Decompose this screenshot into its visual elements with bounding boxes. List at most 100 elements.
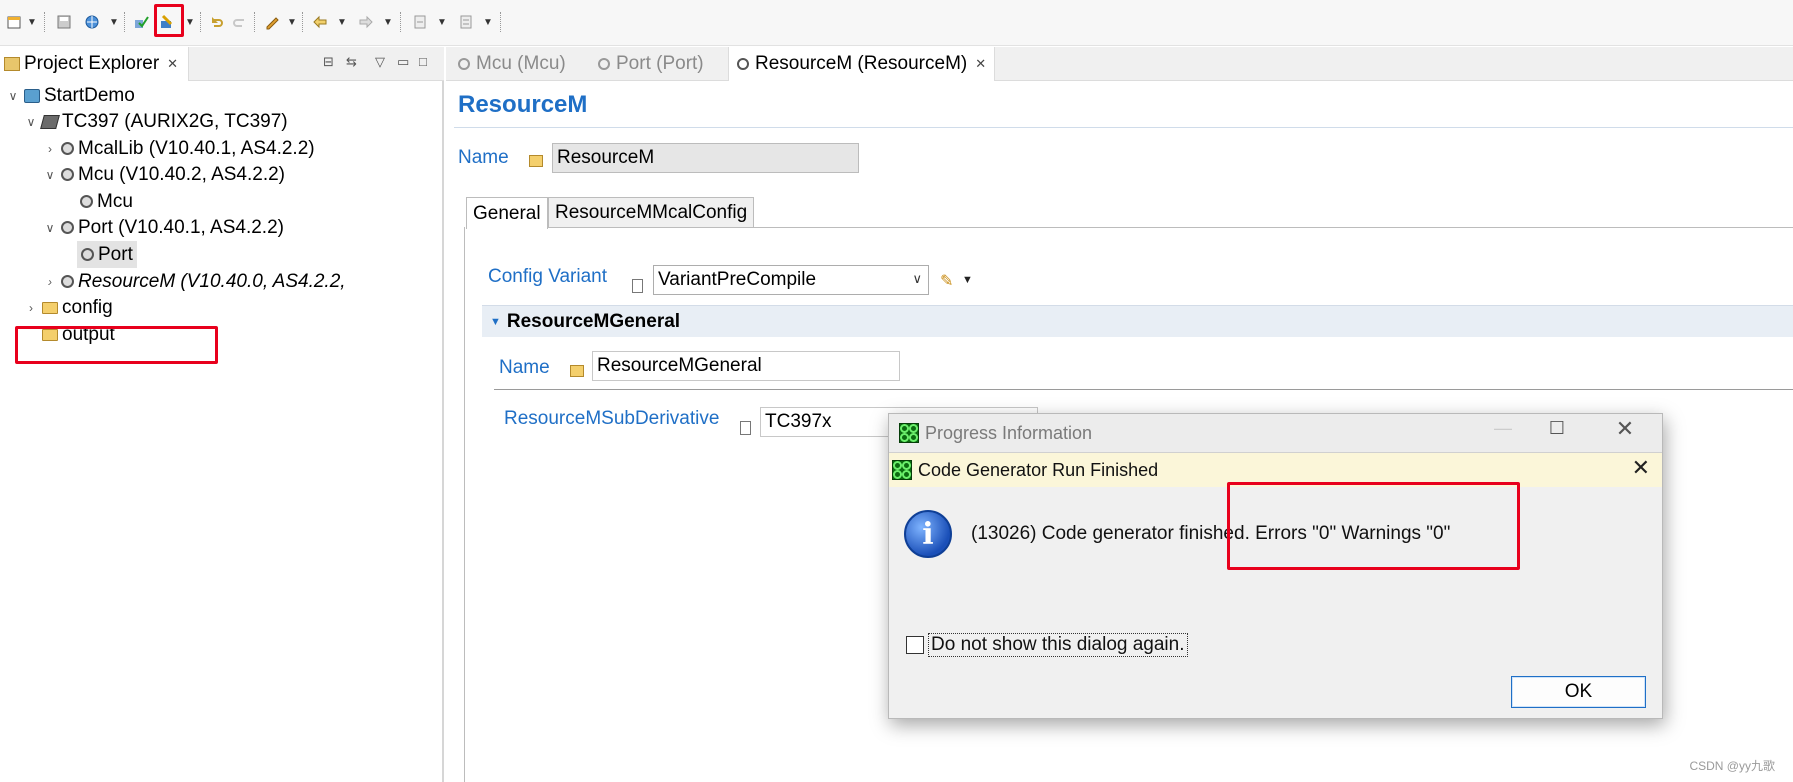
minimize-icon[interactable]: ▭ bbox=[397, 54, 409, 70]
tab-general[interactable]: General bbox=[466, 197, 548, 229]
globe-dropdown-icon[interactable]: ▼ bbox=[108, 13, 120, 31]
close-icon[interactable]: ✕ bbox=[975, 56, 986, 72]
progress-dialog-title: Progress Information bbox=[925, 422, 1093, 443]
folder-icon bbox=[570, 365, 584, 377]
tab-divider bbox=[548, 227, 1793, 228]
tab-label: ResourceM (ResourceM) bbox=[755, 53, 968, 74]
toolbar-separator bbox=[200, 12, 201, 32]
chevron-right-icon[interactable]: › bbox=[24, 301, 38, 315]
ok-button[interactable]: OK bbox=[1511, 676, 1646, 708]
maximize-icon[interactable]: ☐ bbox=[1537, 418, 1577, 439]
new-icon[interactable] bbox=[4, 12, 24, 32]
module-icon bbox=[598, 58, 610, 70]
page-title: ResourceM bbox=[458, 91, 588, 118]
view-menu-icon[interactable]: ▽ bbox=[375, 54, 385, 70]
close-icon[interactable]: ✕ bbox=[1605, 416, 1645, 442]
module-config-icon bbox=[80, 195, 93, 208]
globe-icon[interactable] bbox=[82, 12, 102, 32]
code-generator-message-dialog: Code Generator Run Finished ✕ i (13026) … bbox=[889, 452, 1662, 718]
tree-item-resourcem[interactable]: › ResourceM (V10.40.0, AS4.2.2, bbox=[43, 268, 346, 295]
back-dropdown-icon[interactable]: ▼ bbox=[336, 13, 348, 31]
watermark: CSDN @yy九歌 bbox=[1689, 759, 1775, 773]
main-toolbar: ▼ ▼ ▼ ▼ ▼ ▼ ▼ ▼ bbox=[0, 0, 1793, 46]
chevron-right-icon[interactable]: › bbox=[43, 142, 57, 156]
section-resourcemgeneral[interactable]: ▼ ResourceMGeneral bbox=[482, 305, 1793, 337]
edit-dropdown-icon[interactable]: ▼ bbox=[286, 13, 298, 31]
app-logo-icon bbox=[899, 423, 919, 443]
tree-item-label: StartDemo bbox=[44, 84, 135, 106]
toolbar-separator bbox=[254, 12, 255, 32]
document-icon bbox=[740, 421, 751, 435]
chip-icon bbox=[40, 114, 60, 129]
section-name-field[interactable]: ResourceMGeneral bbox=[592, 351, 900, 381]
result-highlight-box bbox=[1227, 482, 1520, 570]
title-divider bbox=[454, 127, 1793, 128]
tab-mcu[interactable]: Mcu (Mcu) bbox=[450, 47, 574, 81]
module-icon bbox=[61, 275, 74, 288]
pencil-dropdown-icon[interactable]: ▼ bbox=[962, 274, 973, 286]
link-with-editor-icon[interactable]: ⇆ bbox=[346, 54, 357, 70]
minimize-icon[interactable]: — bbox=[1483, 418, 1523, 439]
checkbox-label[interactable]: Do not show this dialog again. bbox=[928, 633, 1188, 657]
module-icon bbox=[737, 58, 749, 70]
maximize-icon[interactable]: □ bbox=[419, 54, 427, 69]
chevron-down-icon: ∨ bbox=[912, 271, 922, 286]
subderivative-label: ResourceMSubDerivative bbox=[504, 408, 720, 429]
section-divider bbox=[494, 389, 1793, 390]
new-dropdown-icon[interactable]: ▼ bbox=[26, 13, 38, 31]
do-not-show-checkbox-row[interactable]: Do not show this dialog again. bbox=[906, 633, 1188, 657]
import-dropdown-icon[interactable]: ▼ bbox=[436, 13, 448, 31]
close-icon[interactable]: ✕ bbox=[1632, 455, 1650, 481]
redo-icon[interactable] bbox=[230, 12, 250, 32]
import-icon[interactable] bbox=[410, 12, 430, 32]
app-logo-icon bbox=[892, 460, 912, 480]
tree-item-mcallib[interactable]: › McalLib (V10.40.1, AS4.2.2) bbox=[43, 135, 315, 162]
module-icon bbox=[61, 142, 74, 155]
chevron-down-icon[interactable]: ∨ bbox=[43, 168, 57, 182]
tree-item-mcu-config[interactable]: Mcu bbox=[80, 188, 133, 215]
pencil-icon[interactable]: ✎ bbox=[940, 271, 953, 291]
back-icon[interactable] bbox=[310, 12, 330, 32]
tree-item-label: Mcu bbox=[97, 190, 133, 212]
tab-label: Mcu (Mcu) bbox=[476, 53, 566, 74]
tree-item-mcu-module[interactable]: ∨ Mcu (V10.40.2, AS4.2.2) bbox=[43, 161, 285, 188]
module-config-icon bbox=[81, 248, 94, 261]
document-icon bbox=[632, 279, 643, 293]
undo-icon[interactable] bbox=[206, 12, 226, 32]
output-highlight-box bbox=[15, 326, 218, 364]
message-dialog-title: Code Generator Run Finished bbox=[918, 459, 1159, 480]
tree-item-label: Port (V10.40.1, AS4.2.2) bbox=[78, 216, 284, 238]
section-collapse-icon[interactable]: ▼ bbox=[490, 316, 501, 328]
tab-port[interactable]: Port (Port) bbox=[590, 47, 712, 81]
forward-icon[interactable] bbox=[356, 12, 376, 32]
toolbar-separator bbox=[124, 12, 125, 32]
chevron-down-icon[interactable]: ∨ bbox=[6, 89, 20, 103]
chevron-down-icon[interactable]: ∨ bbox=[43, 221, 57, 235]
export-dropdown-icon[interactable]: ▼ bbox=[482, 13, 494, 31]
project-explorer-tab[interactable]: Project Explorer ✕ bbox=[0, 47, 190, 81]
tree-item-port-config[interactable]: Port bbox=[77, 241, 137, 268]
do-not-show-checkbox[interactable] bbox=[906, 636, 924, 654]
export-icon[interactable] bbox=[456, 12, 476, 32]
save-icon[interactable] bbox=[54, 12, 74, 32]
generate-dropdown-icon[interactable]: ▼ bbox=[184, 13, 196, 31]
chevron-down-icon[interactable]: ∨ bbox=[24, 115, 38, 129]
validate-icon[interactable] bbox=[132, 12, 152, 32]
folder-icon bbox=[529, 155, 543, 167]
tree-item-startdemo[interactable]: ∨ StartDemo bbox=[6, 82, 135, 109]
config-variant-select[interactable]: VariantPreCompile ∨ bbox=[653, 265, 929, 295]
name-field[interactable]: ResourceM bbox=[552, 143, 859, 173]
panel-border bbox=[464, 227, 465, 782]
tree-item-port-module[interactable]: ∨ Port (V10.40.1, AS4.2.2) bbox=[43, 214, 284, 241]
forward-dropdown-icon[interactable]: ▼ bbox=[382, 13, 394, 31]
tree-item-tc397[interactable]: ∨ TC397 (AURIX2G, TC397) bbox=[24, 108, 288, 135]
tab-resourcem[interactable]: ResourceM (ResourceM) ✕ bbox=[728, 47, 996, 81]
close-icon[interactable]: ✕ bbox=[167, 56, 178, 72]
section-title: ResourceMGeneral bbox=[506, 310, 681, 332]
collapse-all-icon[interactable]: ⊟ bbox=[323, 54, 334, 70]
chevron-right-icon[interactable]: › bbox=[43, 275, 57, 289]
tab-resourcemmcalconfig[interactable]: ResourceMMcalConfig bbox=[548, 197, 755, 228]
edit-icon[interactable] bbox=[262, 12, 282, 32]
module-icon bbox=[458, 58, 470, 70]
tree-item-config[interactable]: › config bbox=[24, 294, 113, 321]
